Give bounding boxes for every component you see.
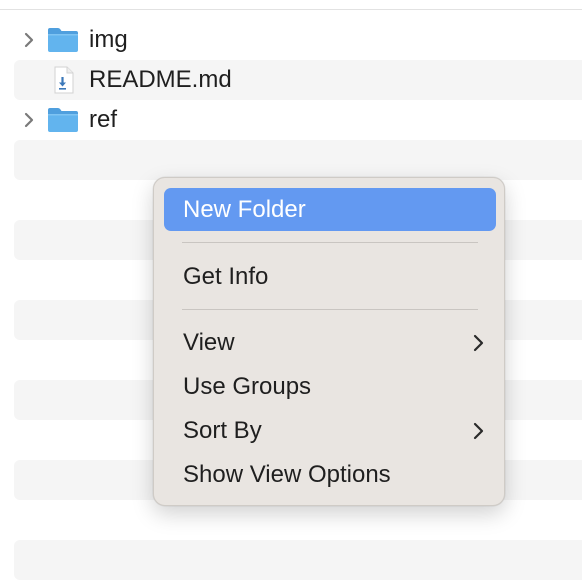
file-name: README.md	[89, 66, 232, 93]
empty-row	[14, 540, 582, 580]
list-item-ref[interactable]: ref	[14, 100, 582, 140]
folder-icon	[47, 105, 79, 135]
menu-item-label: Get Info	[183, 263, 269, 290]
menu-item-view[interactable]: View	[164, 321, 496, 364]
menu-item-show-view-options[interactable]: Show View Options	[164, 453, 496, 496]
menu-item-label: View	[183, 329, 235, 356]
menu-item-new-folder[interactable]: New Folder	[164, 188, 496, 231]
file-name: img	[89, 26, 128, 53]
menu-item-sort-by[interactable]: Sort By	[164, 409, 496, 452]
list-item-readme[interactable]: README.md	[14, 60, 582, 100]
folder-icon	[47, 25, 79, 55]
context-menu: New Folder Get Info View Use Groups Sort…	[153, 177, 505, 506]
menu-item-label: New Folder	[183, 196, 306, 223]
empty-row	[14, 500, 582, 540]
menu-item-use-groups[interactable]: Use Groups	[164, 365, 496, 408]
menu-separator	[182, 242, 478, 243]
chevron-right-icon	[472, 420, 484, 442]
list-item-img[interactable]: img	[14, 20, 582, 60]
top-divider	[0, 9, 582, 10]
menu-item-get-info[interactable]: Get Info	[164, 255, 496, 298]
menu-item-label: Use Groups	[183, 373, 312, 400]
menu-separator	[182, 309, 478, 310]
menu-item-label: Show View Options	[183, 461, 391, 488]
menu-item-label: Sort By	[183, 417, 262, 444]
markdown-file-icon	[47, 65, 79, 95]
chevron-right-icon[interactable]	[22, 110, 36, 130]
chevron-right-icon	[472, 332, 484, 354]
empty-row	[14, 140, 582, 180]
chevron-right-icon[interactable]	[22, 30, 36, 50]
file-name: ref	[89, 106, 118, 133]
